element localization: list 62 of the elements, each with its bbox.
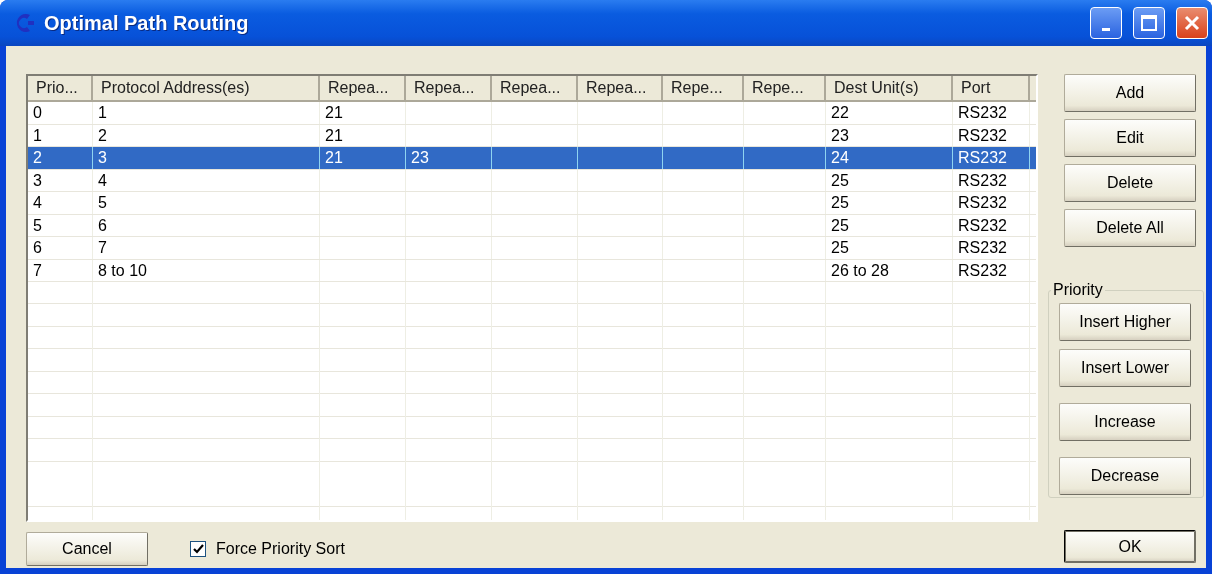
table-cell: 5 <box>93 192 320 214</box>
table-row[interactable]: 4 5 25 RS232 <box>28 192 1036 215</box>
table-cell: 21 <box>320 102 406 124</box>
group-title: Priority <box>1052 281 1104 299</box>
table-cell: 7 <box>93 237 320 259</box>
app-logo-icon <box>16 12 36 34</box>
action-button[interactable]: Delete <box>1064 164 1196 202</box>
priority-button[interactable]: Insert Lower <box>1059 349 1191 387</box>
check-icon <box>192 543 204 555</box>
table-row[interactable]: 2 3 21 23 24 RS232 <box>28 147 1036 170</box>
table-cell: RS232 <box>953 169 1030 191</box>
table-cell: RS232 <box>953 259 1030 281</box>
table-cell: 25 <box>826 169 953 191</box>
table-cell: 5 <box>28 214 93 236</box>
table-cell: RS232 <box>953 214 1030 236</box>
priority-button[interactable]: Insert Higher <box>1059 303 1191 341</box>
table-row[interactable]: 6 7 25 RS232 <box>28 237 1036 260</box>
table-cell: RS232 <box>953 124 1030 146</box>
table-cell: 25 <box>826 237 953 259</box>
table-cell: 21 <box>320 147 406 169</box>
table-cell: RS232 <box>953 147 1030 169</box>
table-cell: 23 <box>826 124 953 146</box>
table-cell: 22 <box>826 102 953 124</box>
close-button[interactable] <box>1176 7 1208 39</box>
table-cell: RS232 <box>953 192 1030 214</box>
table-cell: 1 <box>28 124 93 146</box>
table-cell: 1 <box>93 102 320 124</box>
minimize-icon <box>1102 27 1110 31</box>
table-cell: 2 <box>28 147 93 169</box>
table-cell: RS232 <box>953 102 1030 124</box>
cancel-button[interactable]: Cancel <box>26 532 148 566</box>
checkbox[interactable] <box>190 541 206 557</box>
table-cell: 23 <box>406 147 492 169</box>
table-cell: 6 <box>28 237 93 259</box>
checkbox-label: Force Priority Sort <box>216 540 345 558</box>
table-cell: 25 <box>826 192 953 214</box>
table-cell: 21 <box>320 124 406 146</box>
table-cell: 2 <box>93 124 320 146</box>
table-cell: 26 to 28 <box>826 259 953 281</box>
table-cell: 6 <box>93 214 320 236</box>
table-cell: 3 <box>93 147 320 169</box>
table-cell: 7 <box>28 259 93 281</box>
table-cell: 4 <box>93 169 320 191</box>
table-cell: 8 to 10 <box>93 259 320 281</box>
table-row[interactable]: 0 1 21 22 RS232 <box>28 102 1036 125</box>
priority-button[interactable]: Increase <box>1059 403 1191 441</box>
table-cell: RS232 <box>953 237 1030 259</box>
maximize-icon <box>1140 14 1158 32</box>
table-cell: 25 <box>826 214 953 236</box>
close-icon <box>1183 14 1201 32</box>
priority-button[interactable]: Decrease <box>1059 457 1191 495</box>
table-cell: 0 <box>28 102 93 124</box>
action-button[interactable]: Add <box>1064 74 1196 112</box>
action-button[interactable]: Edit <box>1064 119 1196 157</box>
table-cell: 3 <box>28 169 93 191</box>
minimize-button[interactable] <box>1090 7 1122 39</box>
maximize-button[interactable] <box>1133 7 1165 39</box>
table-cell: 24 <box>826 147 953 169</box>
table-cell: 4 <box>28 192 93 214</box>
ok-button[interactable]: OK <box>1064 530 1196 563</box>
action-button[interactable]: Delete All <box>1064 209 1196 247</box>
window-title: Optimal Path Routing <box>44 11 250 35</box>
